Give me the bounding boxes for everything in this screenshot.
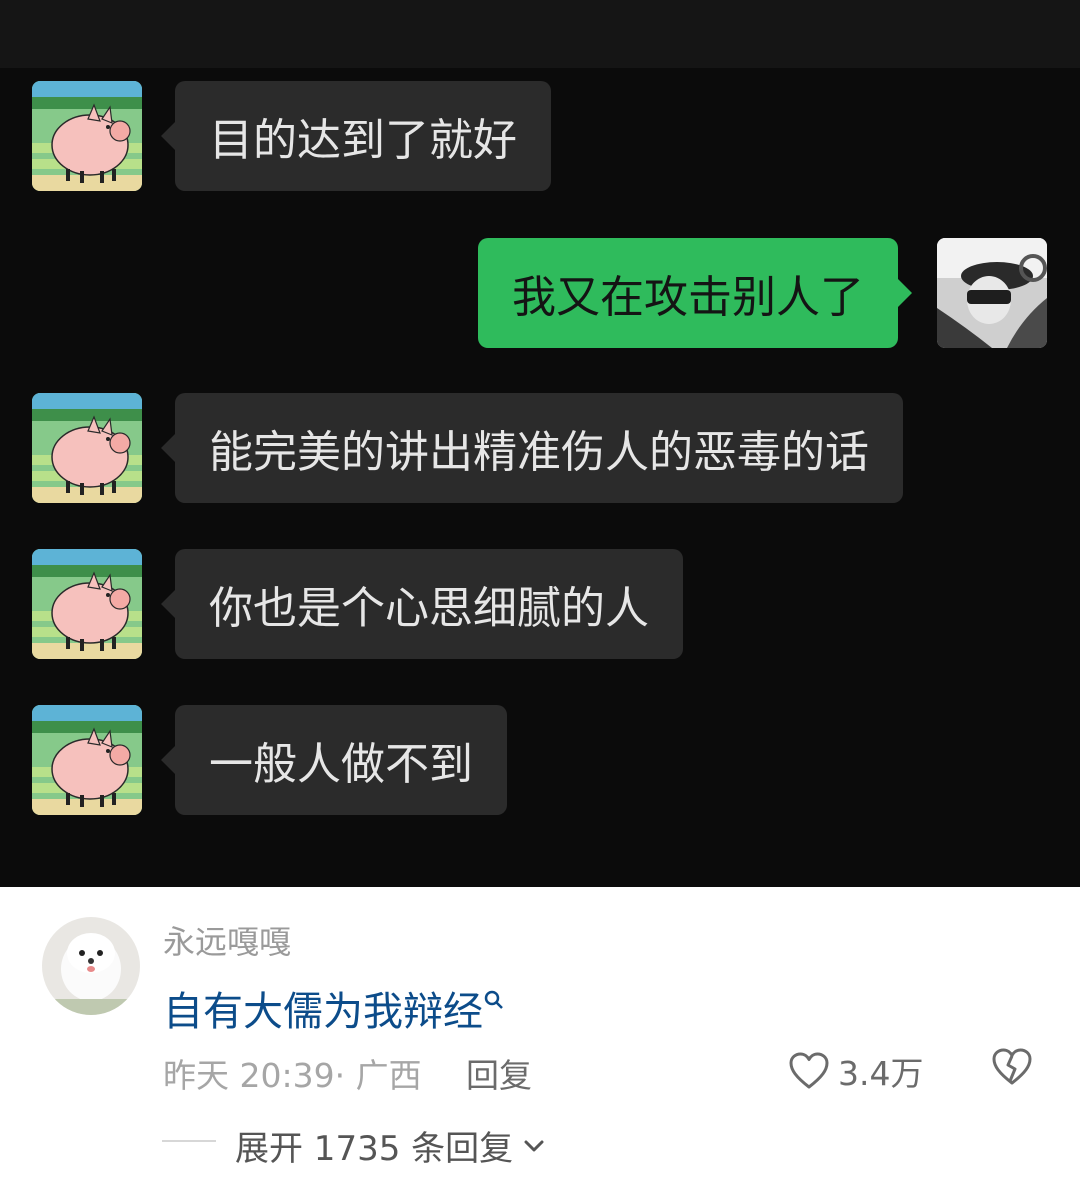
commenter-avatar[interactable] [42, 917, 140, 1015]
pig-avatar[interactable] [32, 705, 142, 815]
comment-location: · 广西 [334, 1056, 422, 1095]
comment-meta: 昨天 20:39· 广西 [163, 1049, 422, 1097]
search-icon[interactable] [483, 989, 505, 1017]
message-bubble-self[interactable]: 我又在攻击别人了 [478, 238, 912, 348]
expand-replies-label: 展开 1735 条回复 [235, 1129, 514, 1169]
message-bubble[interactable]: 你也是个心思细腻的人 [161, 549, 683, 659]
comment-body: 自有大儒为我辩经 [163, 989, 483, 1035]
reply-button[interactable]: 回复 [466, 1049, 532, 1097]
message-text: 你也是个心思细腻的人 [209, 583, 649, 634]
heart-icon [789, 1052, 829, 1089]
broken-heart-icon [992, 1048, 1032, 1085]
message-text: 能完美的讲出精准伤人的恶毒的话 [209, 427, 869, 478]
top-bar [0, 0, 1080, 68]
message-bubble[interactable]: 一般人做不到 [161, 705, 507, 815]
pig-avatar[interactable] [32, 393, 142, 503]
expand-replies-button[interactable]: 展开 1735 条回复 [235, 1121, 545, 1170]
self-avatar[interactable] [937, 238, 1047, 348]
like-button[interactable]: 3.4万 [788, 1047, 923, 1095]
message-text: 目的达到了就好 [209, 115, 517, 166]
comment-time: 昨天 20:39 [163, 1056, 335, 1095]
chat-screenshot: 目的达到了就好 我又在攻击别人了 能完美的讲出精准伤人的恶毒的话 你也是个心思细… [0, 0, 1080, 887]
divider [162, 1140, 216, 1142]
like-count: 3.4万 [838, 1054, 924, 1093]
dislike-button[interactable] [990, 1047, 1034, 1091]
commenter-name[interactable]: 永远嘎嘎 [163, 917, 291, 963]
comment-text[interactable]: 自有大儒为我辩经 [163, 979, 505, 1037]
comment-item: 永远嘎嘎 自有大儒为我辩经 昨天 20:39· 广西 回复 3.4万 展开 17… [0, 887, 1080, 1204]
message-bubble[interactable]: 能完美的讲出精准伤人的恶毒的话 [161, 393, 903, 503]
chevron-down-icon [524, 1140, 544, 1151]
message-text: 我又在攻击别人了 [512, 272, 864, 323]
pig-avatar[interactable] [32, 549, 142, 659]
message-bubble[interactable]: 目的达到了就好 [161, 81, 551, 191]
pig-avatar[interactable] [32, 81, 142, 191]
message-text: 一般人做不到 [209, 739, 473, 790]
